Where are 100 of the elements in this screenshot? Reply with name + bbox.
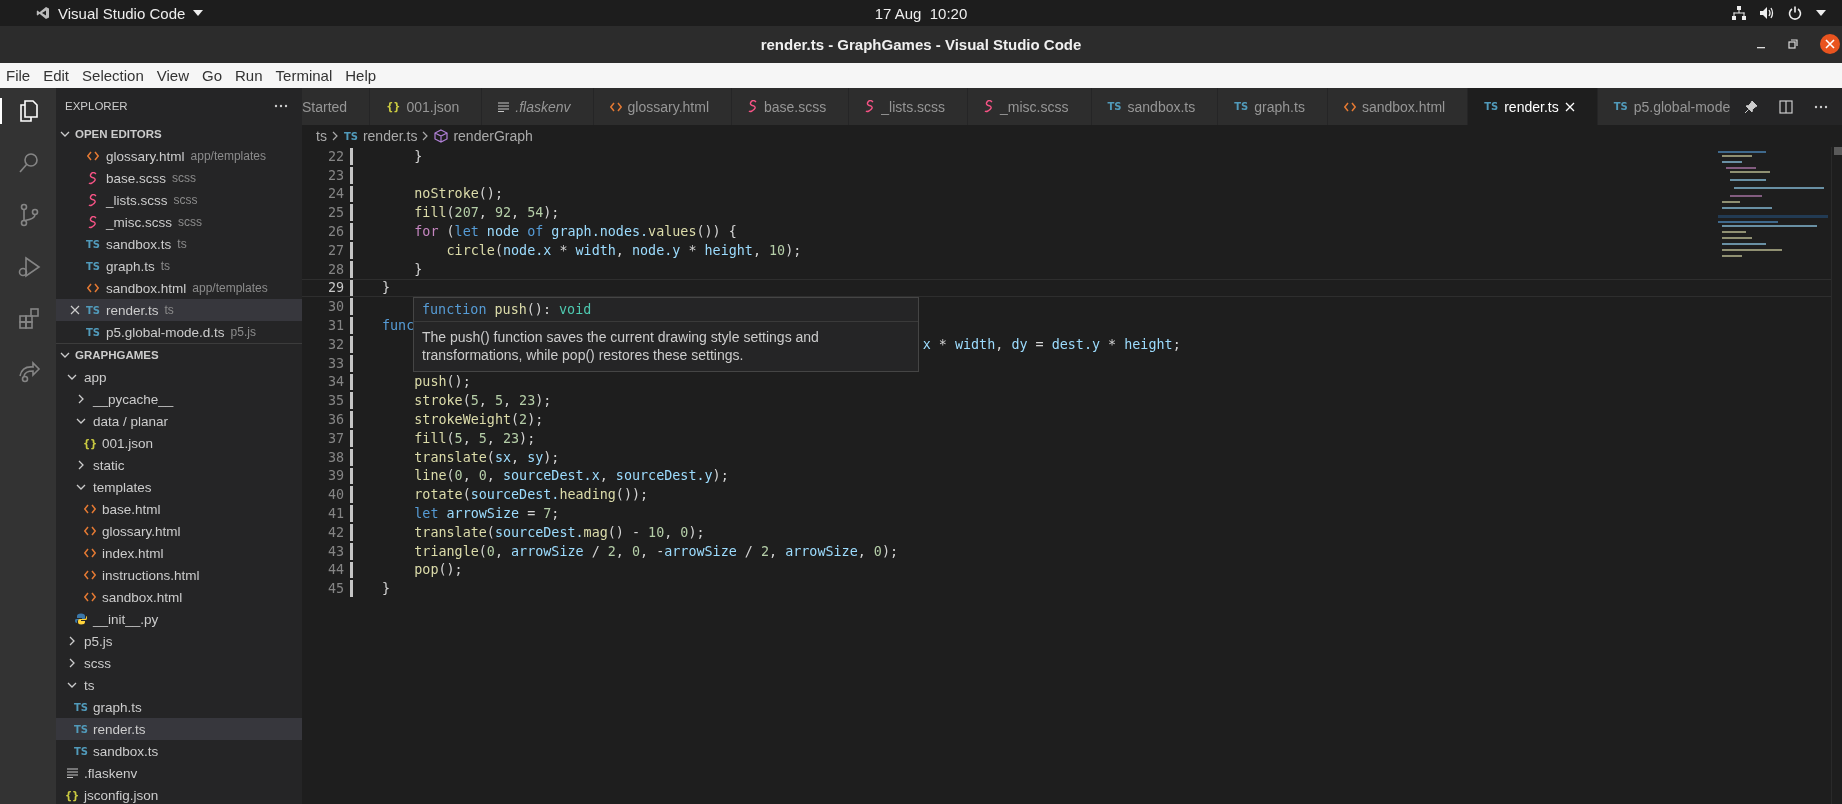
menu-item[interactable]: Go <box>200 67 229 84</box>
open-editor-item[interactable]: TS graph.ts ts <box>56 255 302 277</box>
html-file-icon <box>84 570 96 580</box>
explorer-entry[interactable]: sandbox.html <box>56 586 302 608</box>
network-icon[interactable] <box>1732 6 1746 20</box>
caret-icon[interactable] <box>1816 10 1826 16</box>
line-number: 37 <box>326 430 344 446</box>
more-icon[interactable] <box>1813 104 1828 109</box>
close-icon[interactable] <box>70 305 80 315</box>
html-file-icon <box>84 504 96 514</box>
open-editor-item[interactable]: sandbox.html app/templates <box>56 277 302 299</box>
explorer-entry[interactable]: TS graph.ts <box>56 696 302 718</box>
open-editor-item[interactable]: TS render.ts ts <box>56 299 302 321</box>
sidebar-title: EXPLORER <box>65 99 128 112</box>
line-number: 38 <box>326 449 344 465</box>
code-line: } <box>382 280 391 296</box>
code-line: fill(5, 5, 23); <box>414 430 536 446</box>
open-editor-item[interactable]: glossary.html app/templates <box>56 145 302 167</box>
scss-file-icon <box>748 100 758 113</box>
editor-tab[interactable]: {} 001.json <box>370 88 483 125</box>
chevron-icon <box>67 680 77 690</box>
menu-item[interactable]: Edit <box>41 67 77 84</box>
explorer-entry[interactable]: {} 001.json <box>56 432 302 454</box>
menu-item[interactable]: Run <box>233 67 270 84</box>
code-line: stroke(5, 5, 23); <box>414 393 552 409</box>
line-number: 22 <box>326 148 344 164</box>
editor-tab[interactable]: TS sandbox.ts <box>1091 88 1219 125</box>
run-icon[interactable] <box>16 254 42 280</box>
chevron-icon <box>67 658 77 668</box>
folder-item[interactable]: static <box>56 454 302 476</box>
section-header[interactable]: OPEN EDITORS <box>56 123 302 145</box>
code-line: triangle(0, arrowSize / 2, 0, -arrowSize / 2, arrowSize, 0); <box>414 543 898 559</box>
menu-item[interactable]: Help <box>343 67 384 84</box>
breadcrumb-item[interactable]: ts <box>316 128 327 144</box>
ts-file-icon: TS <box>74 745 88 757</box>
editor-tab[interactable]: TS p5.global-mode <box>1597 88 1730 125</box>
folder-item[interactable]: __pycache__ <box>56 388 302 410</box>
scrollbar-thumb[interactable] <box>1834 147 1842 155</box>
line-number: 33 <box>326 355 344 371</box>
breadcrumb-item[interactable]: render.ts <box>362 128 418 144</box>
code-line: push(); <box>414 374 471 390</box>
ts-file-icon: TS <box>86 260 100 272</box>
ts-file-icon: TS <box>1484 101 1499 112</box>
menu-item[interactable]: View <box>154 67 196 84</box>
split-editor-icon[interactable] <box>1779 99 1793 114</box>
open-editor-item[interactable]: _lists.scss scss <box>56 189 302 211</box>
power-icon[interactable] <box>1788 6 1802 20</box>
line-number: 35 <box>326 393 344 409</box>
folder-item[interactable]: p5.js <box>56 630 302 652</box>
breadcrumb-item[interactable]: renderGraph <box>453 128 533 144</box>
scss-file-icon <box>984 100 995 113</box>
clock[interactable]: 17 Aug 10:20 <box>874 4 968 22</box>
folder-item[interactable]: ts <box>56 674 302 696</box>
explorer-entry[interactable]: TS render.ts <box>56 718 302 740</box>
editor-tab[interactable]: Started <box>302 88 371 125</box>
caret-icon[interactable] <box>193 10 204 16</box>
explorer-entry[interactable]: glossary.html <box>56 520 302 542</box>
editor-tab[interactable]: _lists.scss <box>849 88 969 125</box>
ts-file-icon: TS <box>1613 101 1628 112</box>
restore-icon[interactable] <box>1788 39 1798 49</box>
close-icon[interactable] <box>1820 34 1840 54</box>
pin-icon[interactable] <box>1744 99 1759 114</box>
explorer-entry[interactable]: {} jsconfig.json <box>56 784 302 804</box>
folder-item[interactable]: data / planar <box>56 410 302 432</box>
explorer-entry[interactable]: index.html <box>56 542 302 564</box>
editor-tab[interactable]: _misc.scss <box>968 88 1092 125</box>
explorer-entry[interactable]: .flaskenv <box>56 762 302 784</box>
editor-tab[interactable]: base.scss <box>732 88 850 125</box>
folder-item[interactable]: scss <box>56 652 302 674</box>
line-number: 40 <box>326 487 344 503</box>
explorer-entry[interactable]: instructions.html <box>56 564 302 586</box>
open-editor-item[interactable]: TS p5.global-mode.d.ts p5.js <box>56 321 302 343</box>
ts-file-icon: TS <box>86 304 100 316</box>
more-icon[interactable] <box>274 103 288 108</box>
line-number: 26 <box>326 224 344 240</box>
explorer-entry[interactable]: __init__.py <box>56 608 302 630</box>
section-header[interactable]: GRAPHGAMES <box>56 343 302 366</box>
editor-tab[interactable]: TS render.ts <box>1468 88 1598 125</box>
extensions-icon[interactable] <box>16 306 42 332</box>
chevron-icon <box>76 394 86 404</box>
explorer-entry[interactable]: TS sandbox.ts <box>56 740 302 762</box>
window-title: render.ts - GraphGames - Visual Studio Code <box>760 36 1082 53</box>
remote-icon[interactable] <box>16 358 42 384</box>
editor-tab[interactable]: glossary.html <box>593 88 732 125</box>
chevron-icon <box>76 416 86 426</box>
explorer-entry[interactable]: base.html <box>56 498 302 520</box>
folder-item[interactable]: app <box>56 366 302 388</box>
volume-icon[interactable] <box>1760 6 1774 20</box>
open-editor-item[interactable]: base.scss scss <box>56 167 302 189</box>
editor-tab[interactable]: sandbox.html <box>1327 88 1469 125</box>
menu-item[interactable]: Terminal <box>273 67 340 84</box>
editor-tab[interactable]: TS graph.ts <box>1218 88 1328 125</box>
editor-tab[interactable]: .flaskenv <box>482 88 594 125</box>
app-menu[interactable]: Visual Studio Code <box>58 4 186 22</box>
menu-item[interactable]: File <box>4 67 38 84</box>
open-editor-item[interactable]: TS sandbox.ts ts <box>56 233 302 255</box>
open-editor-item[interactable]: _misc.scss scss <box>56 211 302 233</box>
menu-item[interactable]: Selection <box>80 67 151 84</box>
line-number: 28 <box>326 261 344 277</box>
folder-item[interactable]: templates <box>56 476 302 498</box>
